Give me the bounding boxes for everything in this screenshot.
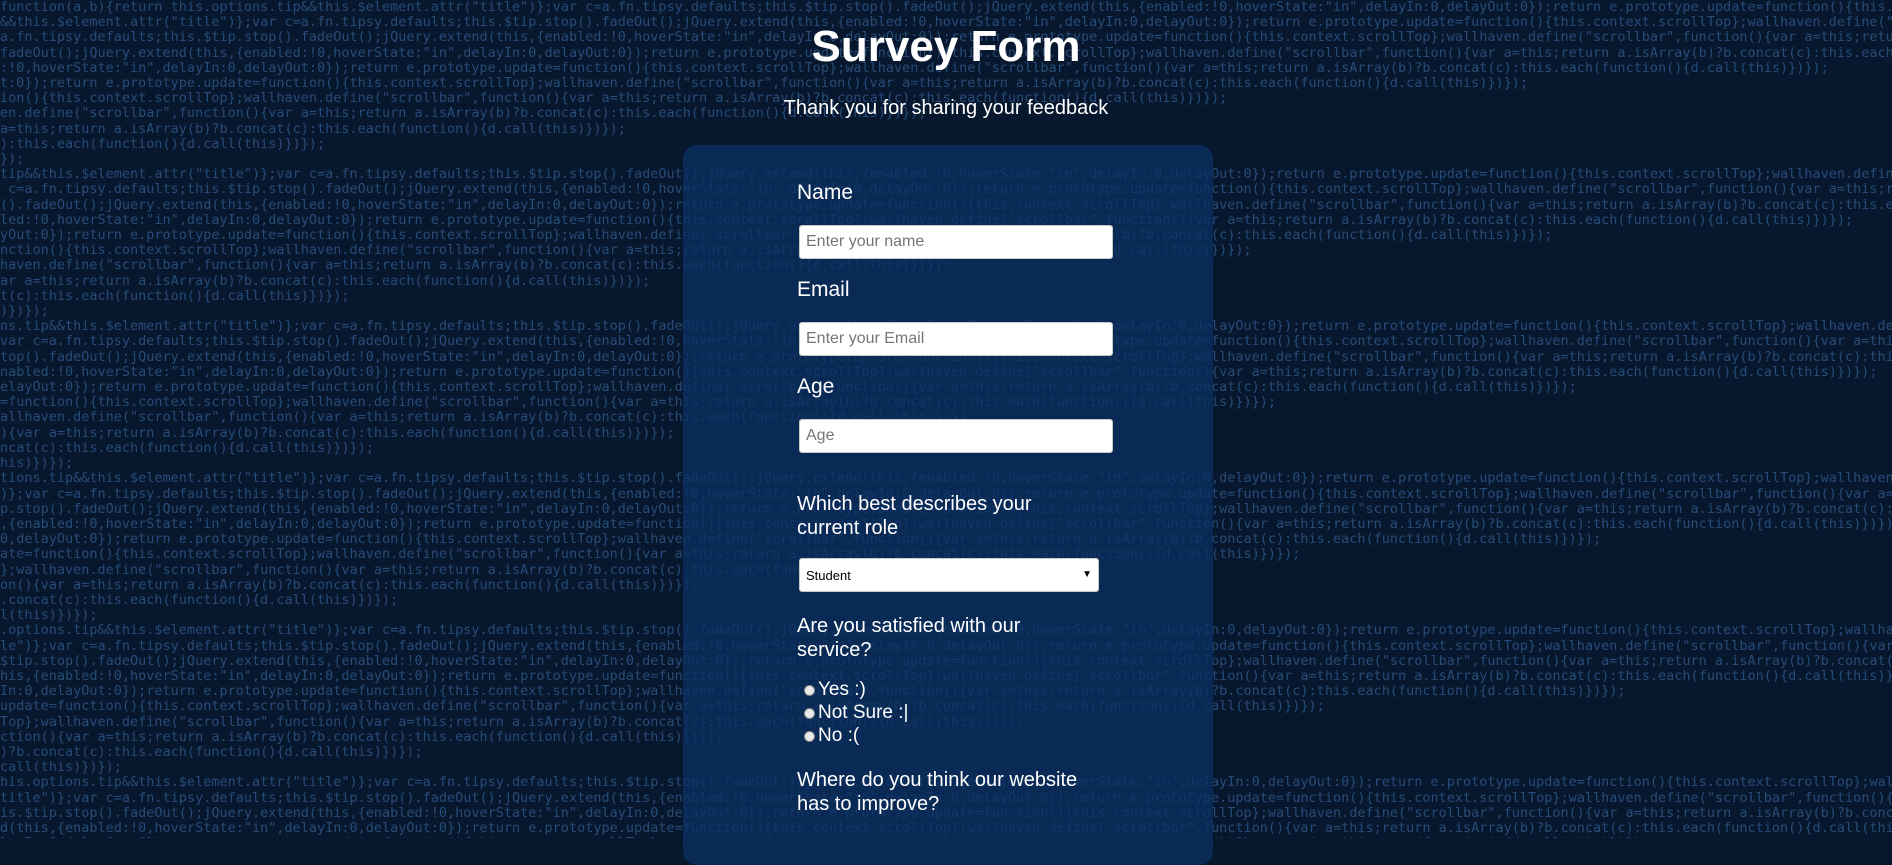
role-select[interactable]: Student ▼ xyxy=(799,558,1099,592)
radio-circle-icon[interactable] xyxy=(804,707,815,719)
improve-question: Where do you think our website has to im… xyxy=(797,769,1078,815)
radio-yes-label: Yes :) xyxy=(818,679,866,700)
email-input[interactable] xyxy=(799,322,1113,356)
age-input[interactable] xyxy=(799,419,1113,453)
chevron-down-icon: ▼ xyxy=(1082,569,1092,580)
radio-no-label: No :( xyxy=(818,725,860,746)
radio-no[interactable]: No :( xyxy=(804,725,859,747)
email-label: Email xyxy=(797,278,850,301)
age-label: Age xyxy=(797,375,835,398)
page-subtitle: Thank you for sharing your feedback xyxy=(783,97,1109,119)
radio-circle-icon[interactable] xyxy=(804,684,815,696)
name-label: Name xyxy=(797,181,854,204)
name-input[interactable] xyxy=(799,225,1113,259)
radio-not-sure[interactable]: Not Sure :| xyxy=(804,702,908,724)
satisfaction-question: Are you satisfied with our service? xyxy=(797,615,1021,661)
radio-yes[interactable]: Yes :) xyxy=(804,679,866,701)
radio-not-sure-label: Not Sure :| xyxy=(818,702,909,723)
page-title: Survey Form xyxy=(811,22,1081,71)
role-select-value: Student xyxy=(806,568,851,583)
role-question: Which best describes your current role xyxy=(797,493,1032,539)
radio-circle-icon[interactable] xyxy=(804,730,815,742)
